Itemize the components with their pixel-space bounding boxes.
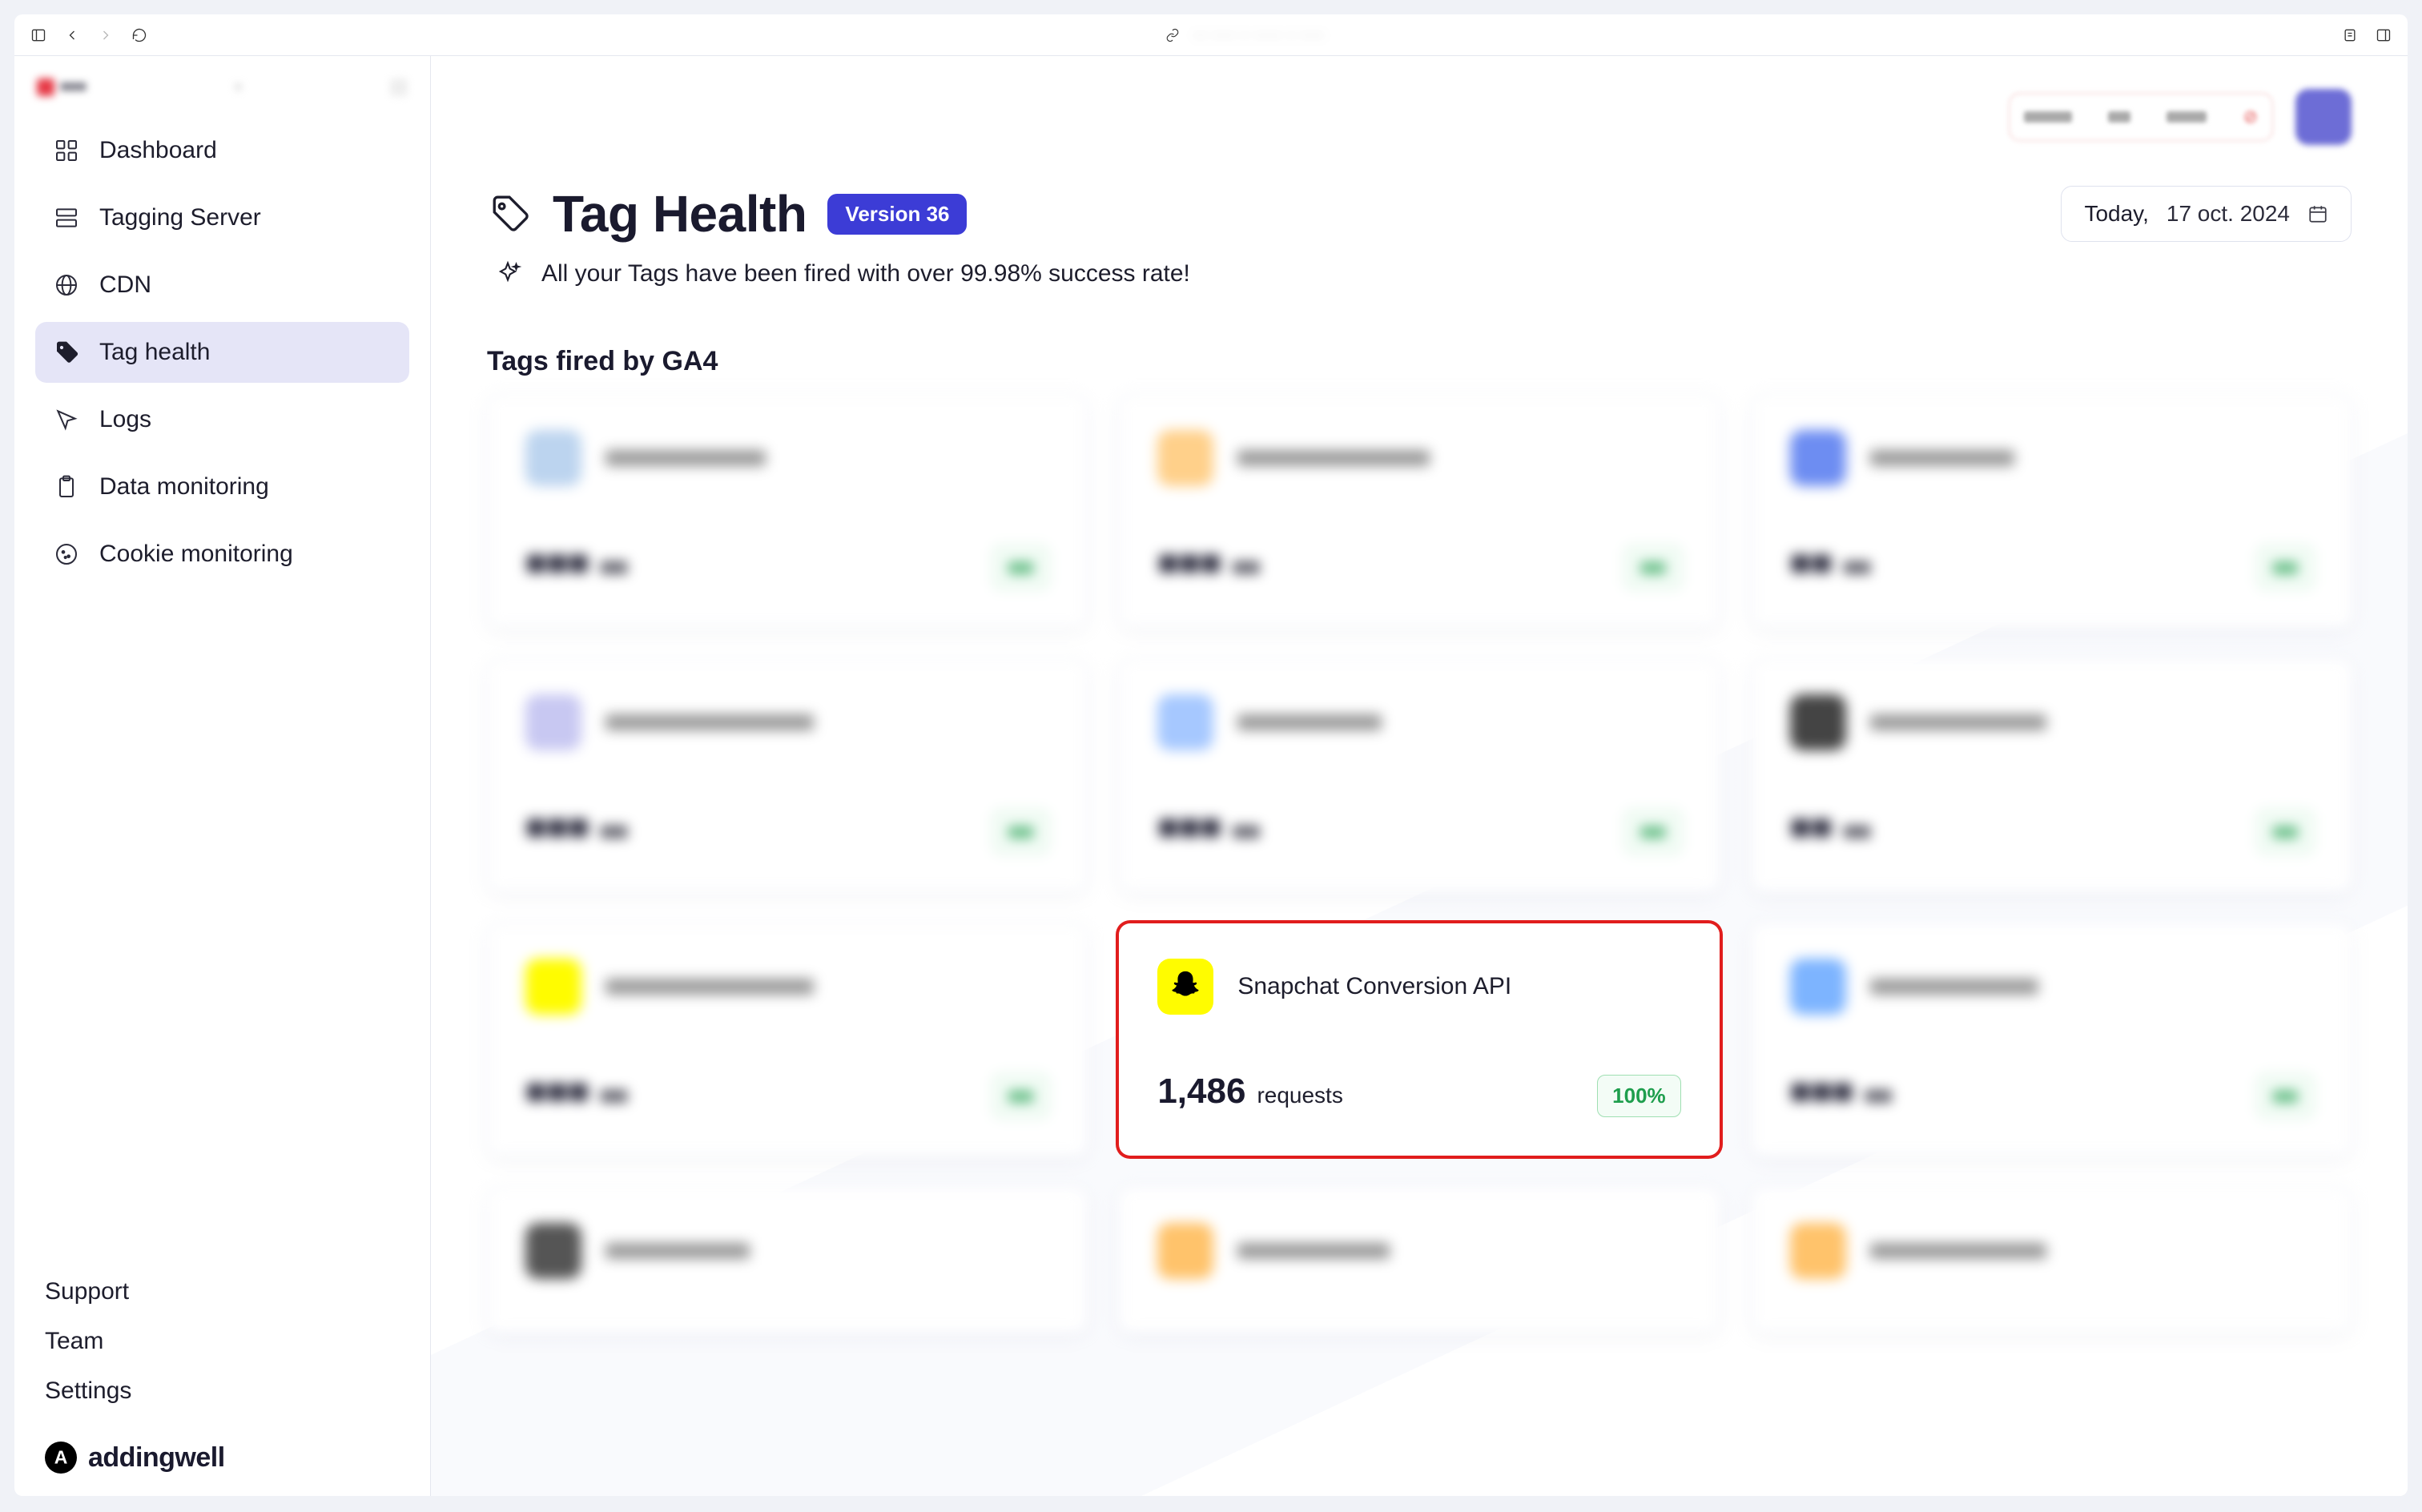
clipboard-icon [53, 473, 80, 501]
dashboard-icon [53, 137, 80, 164]
back-icon[interactable] [64, 27, 80, 43]
tag-card[interactable]: ■■■■■■■ [1119, 659, 1719, 891]
forward-icon[interactable] [98, 27, 114, 43]
tag-card[interactable]: ■■■■■■ [1752, 659, 2352, 891]
url-blurred: ··· ····· ·· ······ ·· ····· [1193, 28, 1325, 42]
cards-grid: ■■■■■■■ ■■■■■■■ ■■■■■■ ■■■■■■■ ■■■■■■■ ■… [487, 395, 2352, 1332]
tag-card[interactable] [1752, 1188, 2352, 1332]
subtitle: All your Tags have been fired with over … [541, 260, 1190, 288]
topbar: ⊘ [487, 88, 2352, 146]
sidebar-item-logs[interactable]: Logs [35, 389, 409, 450]
alert-icon: ⊘ [2243, 107, 2258, 127]
tag-card[interactable]: ■■■■■■■ [1752, 923, 2352, 1156]
sidebar-item-label: Logs [99, 406, 151, 433]
sidebar-item-label: Data monitoring [99, 473, 269, 501]
status-pill[interactable]: ⊘ [2009, 93, 2273, 141]
app-window: ··· ····· ·· ······ ·· ····· ■■■ ▾ [14, 14, 2408, 1496]
section-title: Tags fired by GA4 [487, 346, 2352, 377]
sidebar-item-label: Tag health [99, 339, 210, 366]
tag-card-title: Snapchat Conversion API [1237, 973, 1511, 1000]
sidebar-item-dashboard[interactable]: Dashboard [35, 120, 409, 181]
tabs-icon[interactable] [2376, 27, 2392, 43]
server-icon [53, 204, 80, 231]
tag-icon [487, 191, 532, 236]
cursor-icon [53, 406, 80, 433]
sidebar-toggle-icon[interactable] [30, 27, 46, 43]
tag-card[interactable]: ■■■■■■■ [487, 923, 1087, 1156]
support-link[interactable]: Support [45, 1278, 400, 1305]
date-prefix: Today, [2084, 201, 2148, 227]
address-bar[interactable]: ··· ····· ·· ······ ·· ····· [165, 27, 2324, 43]
sidebar-action-icon[interactable] [390, 78, 408, 96]
requests-count: 1,486 [1157, 1072, 1245, 1112]
team-link[interactable]: Team [45, 1328, 400, 1355]
sidebar-item-label: Dashboard [99, 137, 217, 164]
share-icon[interactable] [2342, 27, 2358, 43]
tag-card[interactable]: ■■■■■■■ [487, 659, 1087, 891]
page-header: Tag Health Version 36 [487, 184, 967, 243]
brand: addingwell [45, 1442, 400, 1474]
tag-icon [53, 339, 80, 366]
sidebar-item-label: Tagging Server [99, 204, 261, 231]
tag-card[interactable]: ■■■■■■■ [1119, 395, 1719, 627]
chevron-down-icon[interactable]: ▾ [235, 79, 241, 95]
tag-card[interactable]: ■■■■■■ [1752, 395, 2352, 627]
brand-name: addingwell [88, 1442, 225, 1474]
link-icon [1165, 27, 1181, 43]
success-badge: 100% [1597, 1075, 1681, 1117]
sidebar-item-cdn[interactable]: CDN [35, 255, 409, 316]
date-picker[interactable]: Today, 17 oct. 2024 [2061, 186, 2352, 242]
sidebar-item-label: Cookie monitoring [99, 541, 293, 568]
reload-icon[interactable] [131, 27, 147, 43]
tag-card[interactable]: ■■■■■■■ [487, 395, 1087, 627]
snapchat-icon [1157, 959, 1213, 1015]
sidebar-header: ■■■ ▾ [29, 78, 416, 120]
calendar-icon [2307, 203, 2328, 224]
workspace-logo[interactable]: ■■■ [37, 78, 86, 96]
sidebar: ■■■ ▾ Dashboard Tagging Server [14, 56, 431, 1496]
brand-logo-icon [45, 1442, 77, 1474]
avatar[interactable] [2295, 89, 2352, 145]
version-badge: Version 36 [827, 194, 967, 235]
tag-card[interactable] [1119, 1188, 1719, 1332]
requests-label: requests [1257, 1083, 1342, 1108]
sidebar-footer: Support Team Settings addingwell [29, 1278, 416, 1474]
cookie-icon [53, 541, 80, 568]
sparkle-icon [492, 258, 524, 290]
sidebar-nav: Dashboard Tagging Server CDN [29, 120, 416, 585]
sidebar-item-tag-health[interactable]: Tag health [35, 322, 409, 383]
sidebar-item-cookie-monitoring[interactable]: Cookie monitoring [35, 524, 409, 585]
tag-card-snapchat-conversion-api[interactable]: Snapchat Conversion API 1,486 requests 1… [1119, 923, 1719, 1156]
settings-link[interactable]: Settings [45, 1377, 400, 1405]
sidebar-item-tagging-server[interactable]: Tagging Server [35, 187, 409, 248]
globe-icon [53, 271, 80, 299]
browser-toolbar: ··· ····· ·· ······ ·· ····· [14, 14, 2408, 56]
sidebar-item-label: CDN [99, 271, 151, 299]
page-title: Tag Health [553, 184, 807, 243]
sidebar-item-data-monitoring[interactable]: Data monitoring [35, 456, 409, 517]
main-content: ⊘ Tag Health Version 36 Today, 17 oct. 2… [431, 56, 2408, 1496]
tag-card[interactable] [487, 1188, 1087, 1332]
date-value: 17 oct. 2024 [2167, 201, 2290, 227]
